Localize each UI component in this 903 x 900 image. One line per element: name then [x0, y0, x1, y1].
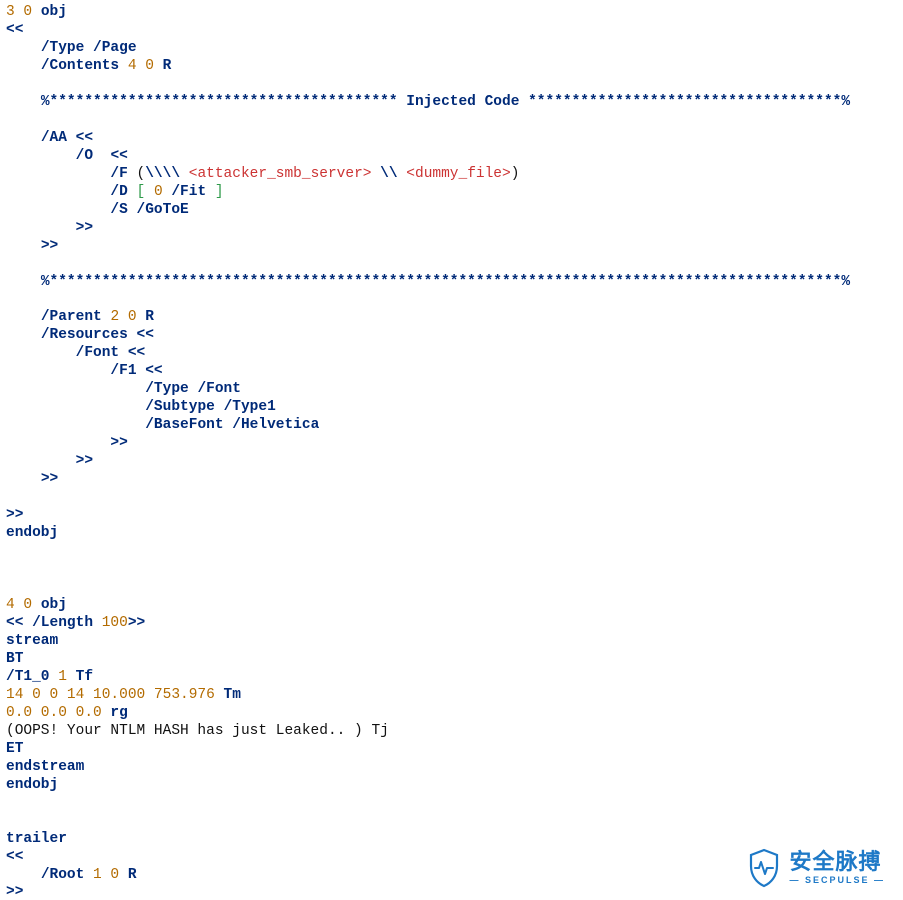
- dict-close: >>: [76, 220, 93, 236]
- dict-open: <<: [6, 22, 23, 38]
- tm: Tm: [224, 687, 241, 703]
- key-d: /D: [110, 184, 127, 200]
- ref-num: 4 0: [128, 58, 154, 74]
- val-font: /Font: [197, 381, 241, 397]
- paren-open: (: [137, 166, 146, 182]
- dict-close: >>: [76, 453, 93, 469]
- ref-r: R: [145, 309, 154, 325]
- val-helvetica: /Helvetica: [232, 417, 319, 433]
- obj-kw: obj: [41, 4, 67, 20]
- endobj: endobj: [6, 777, 58, 793]
- smb-server: <attacker_smb_server>: [189, 166, 372, 182]
- dict-close: >>: [6, 507, 23, 523]
- dict-open: <<: [145, 363, 162, 379]
- one: 1: [58, 669, 67, 685]
- shield-icon: [747, 848, 781, 888]
- key-font: /Font: [76, 345, 120, 361]
- endobj: endobj: [6, 525, 58, 541]
- gotoe: /GoToE: [137, 202, 189, 218]
- val-page: /Page: [93, 40, 137, 56]
- key-f1: /F1: [110, 363, 136, 379]
- dict-open: <<: [76, 130, 93, 146]
- dummy-file: <dummy_file>: [406, 166, 510, 182]
- stream-message: (OOPS! Your NTLM HASH has just Leaked.. …: [6, 723, 389, 739]
- zero: 0: [154, 184, 163, 200]
- stream-kw: stream: [6, 633, 58, 649]
- bs: \\\\: [145, 166, 180, 182]
- lbracket: [: [137, 184, 146, 200]
- key-resources: /Resources: [41, 327, 128, 343]
- dict-open: <<: [110, 148, 127, 164]
- key-type: /Type: [145, 381, 189, 397]
- pdf-source-code: 3 0 obj << /Type /Page /Contents 4 0 R %…: [0, 0, 903, 900]
- length-val: 100: [102, 615, 128, 631]
- key-basefont: /BaseFont: [145, 417, 223, 433]
- endstream: endstream: [6, 759, 84, 775]
- dict-close: >>: [41, 471, 58, 487]
- ref-num: 1 0: [93, 867, 119, 883]
- key-subtype: /Subtype: [145, 399, 215, 415]
- paren-close: ): [511, 166, 520, 182]
- key-aa: /AA: [41, 130, 67, 146]
- obj-id: 4 0: [6, 597, 32, 613]
- key-s: /S: [110, 202, 127, 218]
- bs-mid: \\: [371, 166, 406, 182]
- dict-close: >>: [128, 615, 145, 631]
- val-type1: /Type1: [224, 399, 276, 415]
- separator-injected: %***************************************…: [41, 94, 850, 110]
- dict-open: <<: [6, 849, 23, 865]
- separator-line: %***************************************…: [41, 274, 850, 290]
- tm-nums: 14 0 0 14 10.000 753.976: [6, 687, 215, 703]
- rg-nums: 0.0 0.0 0.0: [6, 705, 102, 721]
- key-length: /Length: [32, 615, 93, 631]
- key-root: /Root: [41, 867, 85, 883]
- key-parent: /Parent: [41, 309, 102, 325]
- trailer-kw: trailer: [6, 831, 67, 847]
- key-o: /O: [76, 148, 93, 164]
- dict-close: >>: [41, 238, 58, 254]
- dict-open: <<: [128, 345, 145, 361]
- dict-open: <<: [137, 327, 154, 343]
- watermark-cn: 安全脉搏: [789, 851, 885, 873]
- dict-open: <<: [6, 615, 23, 631]
- bt: BT: [6, 651, 23, 667]
- watermark-text: 安全脉搏 — SECPULSE —: [789, 851, 885, 885]
- ref-r: R: [163, 58, 172, 74]
- et: ET: [6, 741, 23, 757]
- t1-0: /T1_0: [6, 669, 50, 685]
- rg: rg: [110, 705, 127, 721]
- watermark-en: — SECPULSE —: [789, 876, 885, 885]
- fit: /Fit: [171, 184, 206, 200]
- obj-id: 3 0: [6, 4, 32, 20]
- dict-close: >>: [6, 884, 23, 900]
- tf: Tf: [76, 669, 93, 685]
- secpulse-watermark: 安全脉搏 — SECPULSE —: [747, 848, 885, 888]
- key-type: /Type: [41, 40, 85, 56]
- key-f: /F: [110, 166, 127, 182]
- ref-num: 2 0: [110, 309, 136, 325]
- ref-r: R: [128, 867, 137, 883]
- rbracket: ]: [215, 184, 224, 200]
- obj-kw: obj: [41, 597, 67, 613]
- key-contents: /Contents: [41, 58, 119, 74]
- dict-close: >>: [110, 435, 127, 451]
